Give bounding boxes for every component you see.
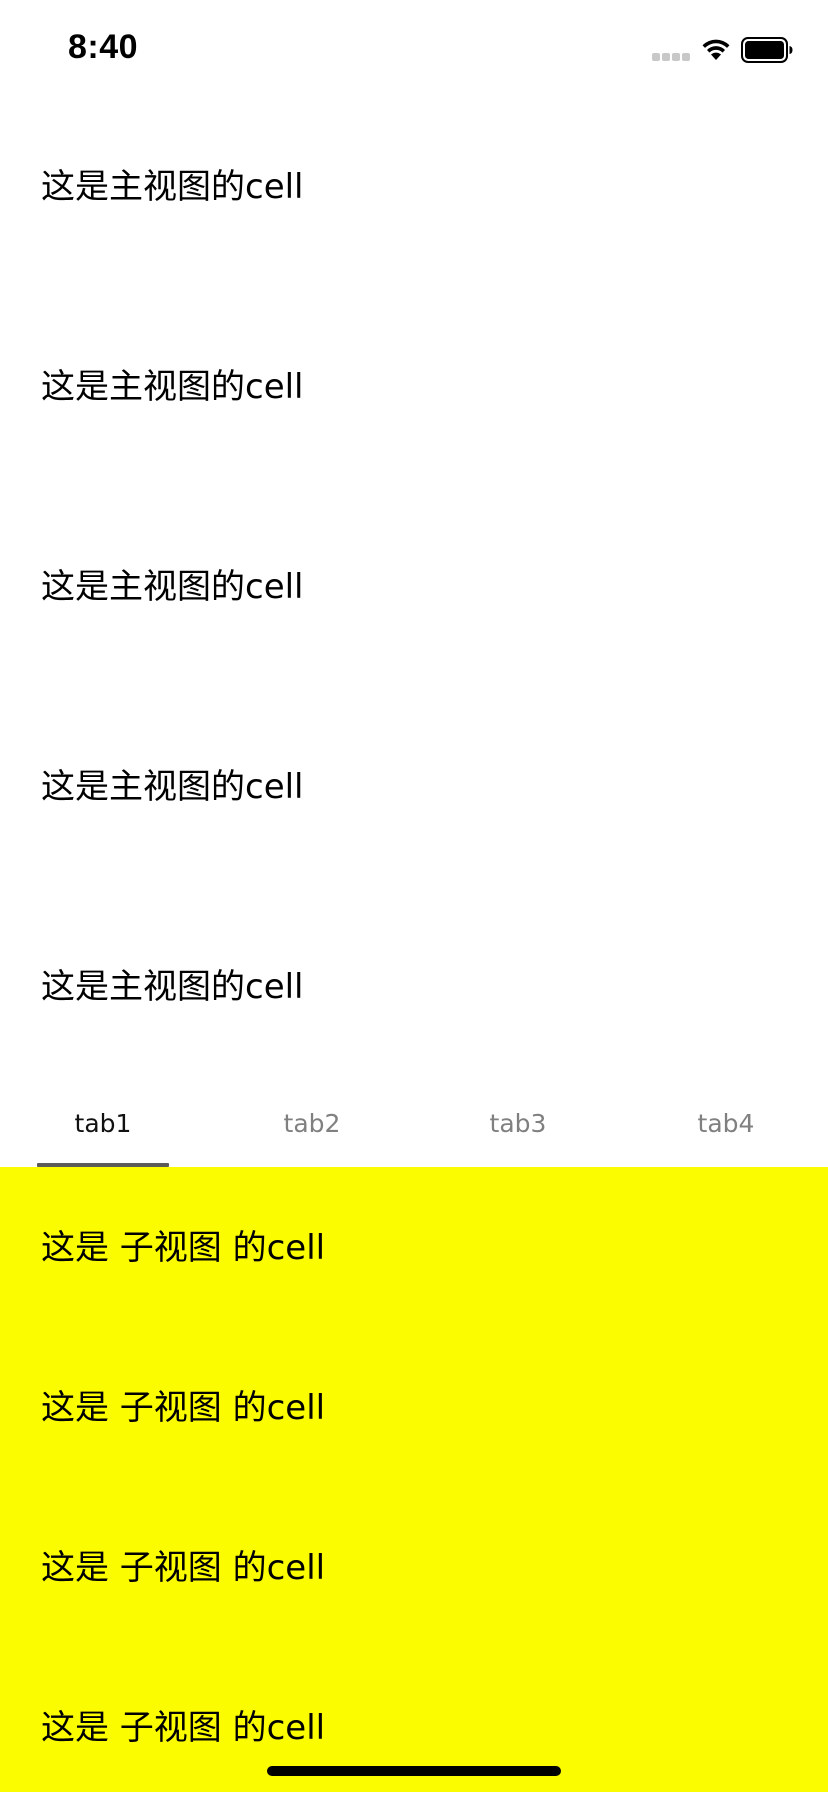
sub-cell-label: 这是 子视图 的cell xyxy=(41,1388,326,1428)
main-cell[interactable]: 这是主视图的cell xyxy=(0,700,828,900)
main-cell-label: 这是主视图的cell xyxy=(41,367,304,407)
sub-cell-label: 这是 子视图 的cell xyxy=(41,1708,326,1748)
tab-4[interactable]: tab4 xyxy=(646,1109,806,1139)
main-cell-label: 这是主视图的cell xyxy=(41,567,304,607)
battery-icon xyxy=(741,37,793,63)
sub-cell[interactable]: 这是 子视图 的cell xyxy=(0,1327,828,1487)
tab-2[interactable]: tab2 xyxy=(232,1109,392,1139)
status-bar: 8:40 xyxy=(0,0,828,100)
main-cell-label: 这是主视图的cell xyxy=(41,167,304,207)
tab-1[interactable]: tab1 xyxy=(23,1109,183,1139)
home-indicator[interactable] xyxy=(267,1766,561,1776)
main-cell-label: 这是主视图的cell xyxy=(41,967,304,1007)
sub-cell-label: 这是 子视图 的cell xyxy=(41,1228,326,1268)
main-cell-label: 这是主视图的cell xyxy=(41,767,304,807)
wifi-icon xyxy=(702,39,730,60)
sub-table-view[interactable]: 这是 子视图 的cell 这是 子视图 的cell 这是 子视图 的cell 这… xyxy=(0,1167,828,1792)
status-time: 8:40 xyxy=(68,28,139,66)
segmented-tab-bar: tab1 tab2 tab3 tab4 xyxy=(0,1085,828,1167)
main-cell[interactable]: 这是主视图的cell xyxy=(0,900,828,1100)
sub-cell[interactable]: 这是 子视图 的cell xyxy=(0,1167,828,1327)
sub-cell-label: 这是 子视图 的cell xyxy=(41,1548,326,1588)
sub-cell[interactable]: 这是 子视图 的cell xyxy=(0,1487,828,1647)
sub-cell[interactable]: 这是 子视图 的cell xyxy=(0,1647,828,1807)
main-cell[interactable]: 这是主视图的cell xyxy=(0,100,828,300)
cellular-signal-icon xyxy=(652,53,692,61)
main-cell[interactable]: 这是主视图的cell xyxy=(0,500,828,700)
main-cell[interactable]: 这是主视图的cell xyxy=(0,300,828,500)
tab-3[interactable]: tab3 xyxy=(438,1109,598,1139)
